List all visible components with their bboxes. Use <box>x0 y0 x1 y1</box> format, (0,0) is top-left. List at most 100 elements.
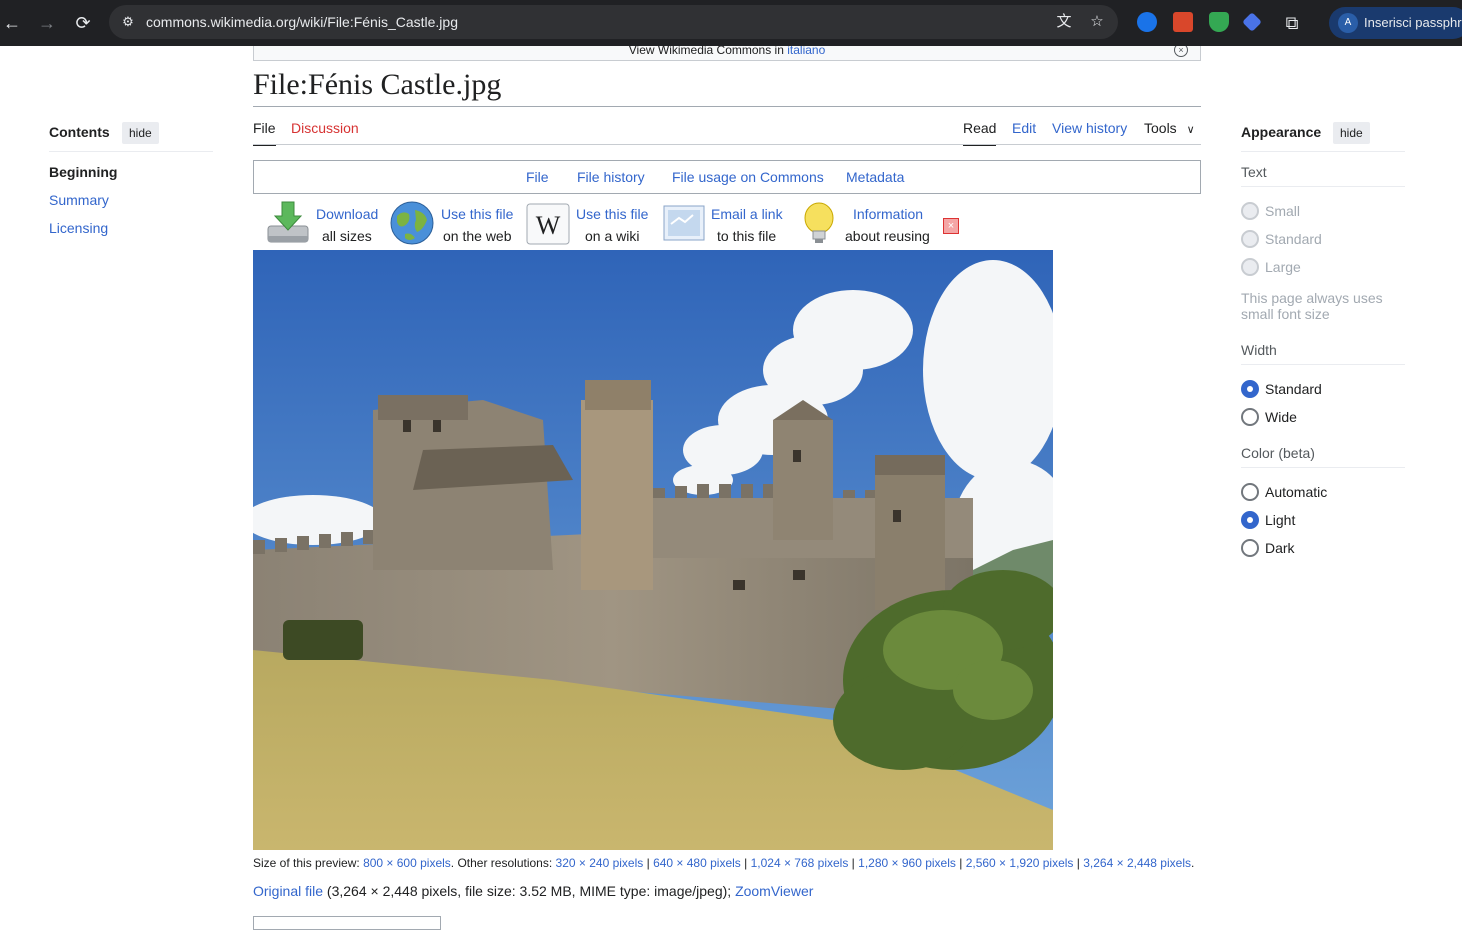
extension-diamond-icon[interactable] <box>1242 12 1262 32</box>
bookmark-star-icon[interactable]: ☆ <box>1088 13 1106 31</box>
text-size-heading: Text <box>1241 164 1267 180</box>
email-icon[interactable] <box>661 200 707 246</box>
toc-hide-button[interactable]: hide <box>122 122 159 144</box>
reload-icon[interactable]: ⟳ <box>72 12 94 34</box>
extension-s-icon[interactable] <box>1137 12 1157 32</box>
toc-item-licensing[interactable]: Licensing <box>49 220 108 236</box>
close-actions-icon[interactable]: × <box>943 218 959 234</box>
radio-color-automatic-label[interactable]: Automatic <box>1265 484 1327 500</box>
radio-width-standard-label[interactable]: Standard <box>1265 381 1322 397</box>
download-sublabel: all sizes <box>322 228 372 244</box>
email-sublabel: to this file <box>717 228 777 244</box>
svg-text:W: W <box>536 211 561 240</box>
tools-label: Tools <box>1144 120 1177 136</box>
resolution-link-3264[interactable]: 3,264 × 2,448 pixels <box>1083 856 1191 870</box>
translate-icon[interactable]: 文 <box>1055 13 1073 31</box>
color-heading: Color (beta) <box>1241 445 1315 461</box>
tab-view-history[interactable]: View history <box>1052 120 1127 144</box>
appearance-heading: Appearance <box>1241 124 1322 140</box>
information-sublabel: about reusing <box>845 228 930 244</box>
site-info-icon[interactable]: ⚙ <box>119 13 137 31</box>
download-icon[interactable] <box>265 200 311 246</box>
close-icon[interactable]: × <box>1174 46 1188 57</box>
email-link[interactable]: Email a link <box>711 206 783 222</box>
width-divider <box>1241 364 1405 365</box>
subnav-file[interactable]: File <box>526 161 549 193</box>
castle-photo[interactable] <box>253 250 1053 850</box>
profile-button[interactable]: A Inserisci passphrase <box>1329 7 1462 39</box>
width-heading: Width <box>1241 342 1277 358</box>
preview-size-link[interactable]: 800 × 600 pixels <box>363 856 451 870</box>
chevron-down-icon: ∨ <box>1186 124 1195 136</box>
title-divider <box>253 106 1201 107</box>
preview-size-label: Size of this preview: <box>253 856 360 870</box>
toc-item-summary[interactable]: Summary <box>49 192 109 208</box>
use-on-wiki-sublabel: on a wiki <box>585 228 640 244</box>
original-file-line: Original file (3,264 × 2,448 pixels, fil… <box>253 883 813 899</box>
original-file-link[interactable]: Original file <box>253 883 323 899</box>
wikipedia-icon[interactable]: W <box>525 200 571 246</box>
tab-file[interactable]: File <box>253 120 276 146</box>
resolution-link-2560[interactable]: 2,560 × 1,920 pixels <box>966 856 1074 870</box>
tab-discussion[interactable]: Discussion <box>291 120 359 144</box>
forward-icon[interactable]: → <box>36 12 58 34</box>
information-link[interactable]: Information <box>853 206 923 222</box>
extensions-puzzle-icon[interactable]: ⧉ <box>1281 12 1303 34</box>
url-text[interactable]: commons.wikimedia.org/wiki/File:Fénis_Ca… <box>146 5 458 39</box>
download-link[interactable]: Download <box>316 206 378 222</box>
language-banner: View Wikimedia Commons in italiano × <box>253 46 1201 61</box>
browser-toolbar: ← → ⟳ ⚙ commons.wikimedia.org/wiki/File:… <box>0 0 1462 46</box>
original-file-details: (3,264 × 2,448 pixels, file size: 3.52 M… <box>326 883 732 899</box>
radio-color-light-label[interactable]: Light <box>1265 512 1295 528</box>
banner-text: View Wikimedia Commons in <box>628 46 784 57</box>
tab-edit[interactable]: Edit <box>1012 120 1036 144</box>
tab-read[interactable]: Read <box>963 120 997 146</box>
radio-width-standard[interactable] <box>1241 380 1259 398</box>
appearance-divider <box>1241 151 1405 152</box>
text-size-divider <box>1241 186 1405 187</box>
avatar: A <box>1338 13 1358 33</box>
extension-layers-icon[interactable] <box>1173 12 1193 32</box>
tools-menu[interactable]: Tools ∨ <box>1144 120 1195 144</box>
subnav-file-usage[interactable]: File usage on Commons <box>672 161 824 193</box>
use-on-web-sublabel: on the web <box>443 228 512 244</box>
banner-language-link[interactable]: italiano <box>787 46 825 57</box>
radio-width-wide-label[interactable]: Wide <box>1265 409 1297 425</box>
resolution-link-1280[interactable]: 1,280 × 960 pixels <box>858 856 956 870</box>
back-icon[interactable]: ← <box>1 12 23 34</box>
color-divider <box>1241 467 1405 468</box>
profile-label: Inserisci passphrase <box>1364 15 1462 30</box>
resolution-link-320[interactable]: 320 × 240 pixels <box>556 856 644 870</box>
toc-heading: Contents <box>49 124 110 140</box>
appearance-hide-button[interactable]: hide <box>1333 122 1370 144</box>
globe-icon[interactable] <box>389 200 435 246</box>
radio-small <box>1241 202 1259 220</box>
resolution-link-640[interactable]: 640 × 480 pixels <box>653 856 741 870</box>
toc-item-beginning[interactable]: Beginning <box>49 164 117 180</box>
radio-color-dark[interactable] <box>1241 539 1259 557</box>
text-size-note: This page always uses small font size <box>1241 290 1383 322</box>
radio-color-light[interactable] <box>1241 511 1259 529</box>
radio-color-automatic[interactable] <box>1241 483 1259 501</box>
toc-divider <box>49 151 213 152</box>
subnav-metadata[interactable]: Metadata <box>846 161 904 193</box>
bottom-box <box>253 916 441 930</box>
address-bar[interactable]: ⚙ commons.wikimedia.org/wiki/File:Fénis_… <box>109 5 1118 39</box>
radio-large <box>1241 258 1259 276</box>
zoomviewer-link[interactable]: ZoomViewer <box>735 883 813 899</box>
lightbulb-icon[interactable] <box>796 200 842 246</box>
use-on-wiki-link[interactable]: Use this file <box>576 206 648 222</box>
radio-small-label: Small <box>1265 203 1301 219</box>
castle-image <box>253 250 1053 850</box>
resolutions-line: Size of this preview: 800 × 600 pixels. … <box>253 856 1195 870</box>
use-on-web-link[interactable]: Use this file <box>441 206 513 222</box>
file-subnav: File File history File usage on Commons … <box>253 160 1201 194</box>
resolution-link-1024[interactable]: 1,024 × 768 pixels <box>751 856 849 870</box>
tabs-divider <box>253 144 1201 145</box>
radio-standard-text-label: Standard <box>1265 231 1322 247</box>
radio-large-label: Large <box>1265 259 1301 275</box>
radio-width-wide[interactable] <box>1241 408 1259 426</box>
radio-color-dark-label[interactable]: Dark <box>1265 540 1295 556</box>
subnav-file-history[interactable]: File history <box>577 161 645 193</box>
extension-shield-icon[interactable] <box>1209 12 1229 32</box>
